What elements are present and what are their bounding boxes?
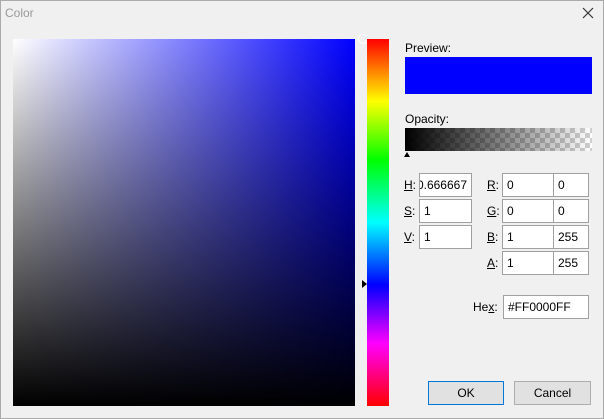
cancel-button[interactable]: Cancel — [514, 381, 591, 405]
a-label: A: — [487, 256, 499, 270]
h-label: H: — [404, 178, 417, 192]
hex-label: Hex: — [473, 300, 498, 314]
window-title: Color — [5, 6, 34, 20]
g-normalized-input[interactable]: 0 — [502, 199, 554, 223]
ok-button[interactable]: OK — [428, 381, 504, 405]
a-normalized-input[interactable]: 1 — [502, 251, 554, 275]
opacity-slider-thumb[interactable] — [404, 152, 410, 157]
b-normalized-input[interactable]: 1 — [502, 225, 554, 249]
r-byte-input[interactable]: 0 — [553, 173, 589, 197]
g-byte-input[interactable]: 0 — [553, 199, 589, 223]
r-normalized-input[interactable]: 0 — [502, 173, 554, 197]
s-label: S: — [404, 204, 416, 218]
hex-input[interactable]: #FF0000FF — [503, 295, 589, 319]
close-icon — [582, 7, 594, 19]
hue-slider[interactable] — [367, 39, 389, 406]
h-input[interactable]: 0.666667 — [419, 173, 472, 197]
preview-swatch — [405, 57, 592, 94]
opacity-slider[interactable] — [405, 128, 592, 151]
a-byte-input[interactable]: 255 — [553, 251, 589, 275]
color-dialog: Color Preview: Opacity: H: 0.666667 S: 1… — [0, 0, 604, 419]
b-label: B: — [487, 230, 499, 244]
hue-slider-thumb[interactable] — [362, 280, 367, 288]
s-input[interactable]: 1 — [419, 199, 472, 223]
b-byte-input[interactable]: 255 — [553, 225, 589, 249]
close-button[interactable] — [579, 4, 597, 22]
saturation-value-picker[interactable] — [13, 34, 368, 406]
v-label: V: — [404, 230, 415, 244]
r-label: R: — [487, 178, 500, 192]
v-input[interactable]: 1 — [419, 225, 472, 249]
opacity-label: Opacity: — [405, 112, 450, 126]
preview-label: Preview: — [405, 41, 452, 55]
g-label: G: — [487, 204, 500, 218]
